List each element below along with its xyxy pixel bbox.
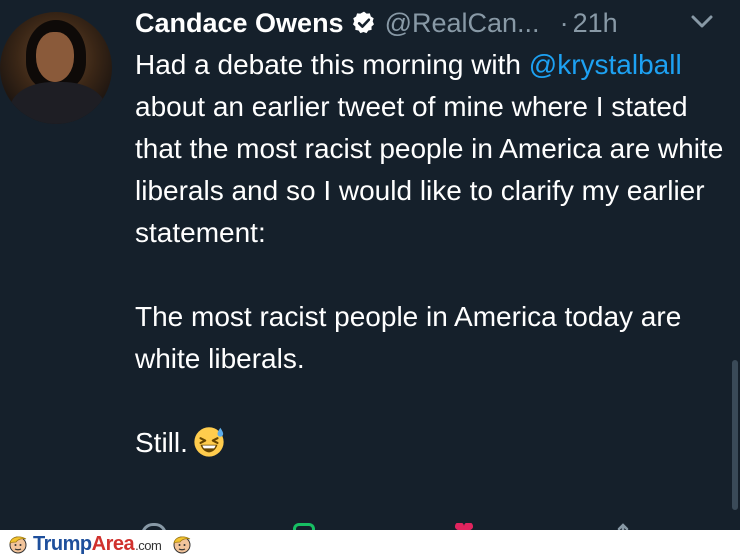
separator-dot: · [559,7,569,38]
author-handle[interactable]: @RealCan... [385,8,540,39]
mention-link[interactable]: @krystalball [529,49,682,80]
avatar[interactable] [0,12,112,124]
tweet-paragraph-3: Still. [135,422,725,464]
grinning-squinting-sweat-emoji-icon [194,427,224,457]
share-icon[interactable] [615,523,631,530]
brand-dotcom: .com [135,537,162,553]
brand-trump: Trump [33,532,92,555]
tweet-text-still: Still. [135,427,188,458]
reply-icon[interactable] [141,523,167,530]
tweet-text: Had a debate this morning with @krystalb… [135,44,725,464]
retweet-icon[interactable] [293,523,315,530]
like-icon[interactable] [451,523,477,530]
tweet-text-body: about an earlier tweet of mine where I s… [135,91,724,248]
avatar-body [10,82,106,124]
tweet-timestamp[interactable]: 21h [573,8,618,39]
tweet-paragraph-1: Had a debate this morning with @krystalb… [135,44,725,254]
tweet-text-line1: Had a debate this morning with [135,49,521,80]
tweet-card[interactable]: Candace Owens @RealCan... · 21h Had a de… [0,0,740,530]
verified-badge-icon [352,11,374,34]
avatar-face [36,32,74,82]
trump-face-logo-icon [173,536,191,554]
tweet-actions [135,523,655,530]
trump-face-logo-icon [9,536,27,554]
tweet-header: Candace Owens @RealCan... · 21h [135,4,618,42]
chevron-down-icon[interactable] [690,12,714,32]
scrollbar[interactable] [732,360,738,510]
watermark-bar: TrumpArea.com [0,530,740,558]
watermark-brand[interactable]: TrumpArea.com [33,532,162,556]
tweet-paragraph-2: The most racist people in America today … [135,301,682,374]
author-name[interactable]: Candace Owens [135,8,344,39]
brand-area: Area [91,532,135,555]
